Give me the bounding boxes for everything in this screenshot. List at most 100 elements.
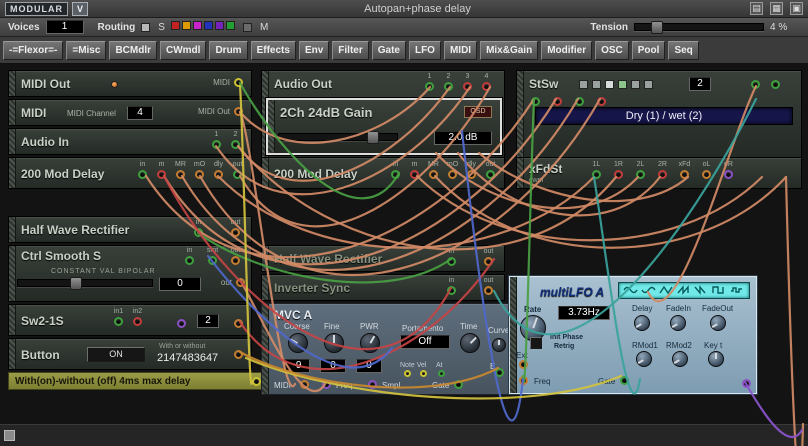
port-out[interactable] <box>236 278 245 287</box>
port-stsw-in3[interactable] <box>575 97 584 106</box>
midi-channel-value[interactable]: 4 <box>127 106 153 120</box>
port-sel[interactable] <box>177 319 186 328</box>
port-stsw-in1[interactable] <box>531 97 540 106</box>
waveform-selector[interactable] <box>618 282 750 299</box>
patch-cable[interactable] <box>786 177 803 446</box>
coarse-knob[interactable] <box>288 333 308 353</box>
tab-effects[interactable]: Effects <box>251 41 296 60</box>
drag-handle[interactable] <box>517 158 524 188</box>
grid-icon[interactable]: ▦ <box>770 2 783 15</box>
port-1[interactable] <box>212 140 221 149</box>
routing-color-icon[interactable] <box>193 21 202 30</box>
square-wave-icon[interactable] <box>712 285 727 296</box>
port-ext[interactable] <box>519 360 528 369</box>
fine-value[interactable]: 0 <box>320 359 346 373</box>
port-out[interactable] <box>484 286 493 295</box>
port-in1[interactable] <box>114 317 123 326</box>
port-m[interactable] <box>410 170 419 179</box>
scrollbar-thumb[interactable] <box>4 430 15 441</box>
smooth-slider[interactable] <box>17 279 153 287</box>
tab-mix-gain[interactable]: Mix&Gain <box>480 41 538 60</box>
port-smt[interactable] <box>208 256 217 265</box>
port-mO[interactable] <box>195 170 204 179</box>
port-in[interactable] <box>138 170 147 179</box>
port-out[interactable] <box>231 256 240 265</box>
port-4[interactable] <box>482 82 491 91</box>
smooth-value[interactable]: 0 <box>159 277 201 291</box>
tab-cwmdl[interactable]: CWmdl <box>160 41 206 60</box>
drag-handle[interactable] <box>262 304 269 394</box>
port-in[interactable] <box>447 257 456 266</box>
drag-handle[interactable] <box>9 217 16 242</box>
tension-slider-handle[interactable] <box>651 21 663 34</box>
port-in[interactable] <box>194 228 203 237</box>
port-xFd[interactable] <box>680 170 689 179</box>
fine-knob[interactable] <box>324 333 344 353</box>
tab-bcmdlr[interactable]: BCMdlr <box>109 41 157 60</box>
drag-handle[interactable] <box>9 305 16 335</box>
window-icon[interactable]: ▣ <box>790 2 803 15</box>
tab-modifier[interactable]: Modifier <box>541 41 592 60</box>
stsw-toggle[interactable] <box>644 80 653 89</box>
osd-button[interactable]: OSD <box>464 106 492 118</box>
port-oR[interactable] <box>724 170 733 179</box>
rmod1-knob[interactable] <box>636 351 652 367</box>
routing-color-icon[interactable] <box>182 21 191 30</box>
on-button[interactable]: ON <box>87 347 145 362</box>
port-vel[interactable] <box>420 370 427 377</box>
port-stsw-in4[interactable] <box>597 97 606 106</box>
tab-lfo[interactable]: LFO <box>409 41 441 60</box>
note-label[interactable]: With(on)-without (off) 4ms max delay <box>8 372 268 390</box>
routing-color-icon[interactable] <box>215 21 224 30</box>
ramp-wave-icon[interactable] <box>694 285 709 296</box>
sw2-value[interactable]: 2 <box>197 314 219 328</box>
tab-drum[interactable]: Drum <box>209 41 247 60</box>
port-gate[interactable] <box>454 380 463 389</box>
port-in[interactable] <box>447 286 456 295</box>
pwr-knob[interactable] <box>360 333 380 353</box>
time-knob[interactable] <box>460 333 480 353</box>
tab-filter[interactable]: Filter <box>332 41 368 60</box>
port-freq[interactable] <box>322 380 331 389</box>
drag-handle[interactable] <box>9 246 16 301</box>
port-out[interactable] <box>234 319 243 328</box>
port-2[interactable] <box>444 82 453 91</box>
port-out[interactable] <box>484 257 493 266</box>
port-stsw-1[interactable] <box>751 80 760 89</box>
port-dly[interactable] <box>214 170 223 179</box>
tab-osc[interactable]: OSC <box>595 41 629 60</box>
port-1R[interactable] <box>614 170 623 179</box>
random-wave-icon[interactable] <box>730 285 745 296</box>
keyt-knob[interactable] <box>708 351 724 367</box>
smooth-slider-handle[interactable] <box>70 277 82 290</box>
tab-gate[interactable]: Gate <box>372 41 406 60</box>
port-gate[interactable] <box>620 376 629 385</box>
stsw-toggle[interactable] <box>592 80 601 89</box>
port-e[interactable] <box>495 368 504 377</box>
port-freq[interactable] <box>519 376 528 385</box>
stsw-toggle[interactable] <box>618 80 627 89</box>
drag-handle[interactable] <box>9 129 16 154</box>
stsw-value[interactable]: 2 <box>689 77 711 91</box>
drag-handle[interactable] <box>9 158 16 188</box>
port-midi[interactable] <box>234 78 243 87</box>
pwr-value[interactable]: 0 <box>356 359 382 373</box>
port-out[interactable] <box>486 170 495 179</box>
horizontal-scrollbar[interactable] <box>0 424 808 446</box>
voices-value[interactable]: 1 <box>46 20 84 34</box>
stsw-toggle[interactable] <box>605 80 614 89</box>
port-dly[interactable] <box>467 170 476 179</box>
port-mO[interactable] <box>448 170 457 179</box>
triangle-wave-icon[interactable] <box>659 285 674 296</box>
tab--flexor-[interactable]: -=Flexor=- <box>3 41 63 60</box>
tab-env[interactable]: Env <box>299 41 329 60</box>
stsw-toggle[interactable] <box>579 80 588 89</box>
port-smpl[interactable] <box>368 380 377 389</box>
port-3[interactable] <box>463 82 472 91</box>
port-note[interactable] <box>252 377 261 386</box>
port-out[interactable] <box>233 170 242 179</box>
rate-value[interactable]: 3.73Hz <box>558 306 610 320</box>
saw-wave-icon[interactable] <box>677 285 692 296</box>
tab-midi[interactable]: MIDI <box>444 41 477 60</box>
save-icon[interactable]: ▤ <box>750 2 763 15</box>
